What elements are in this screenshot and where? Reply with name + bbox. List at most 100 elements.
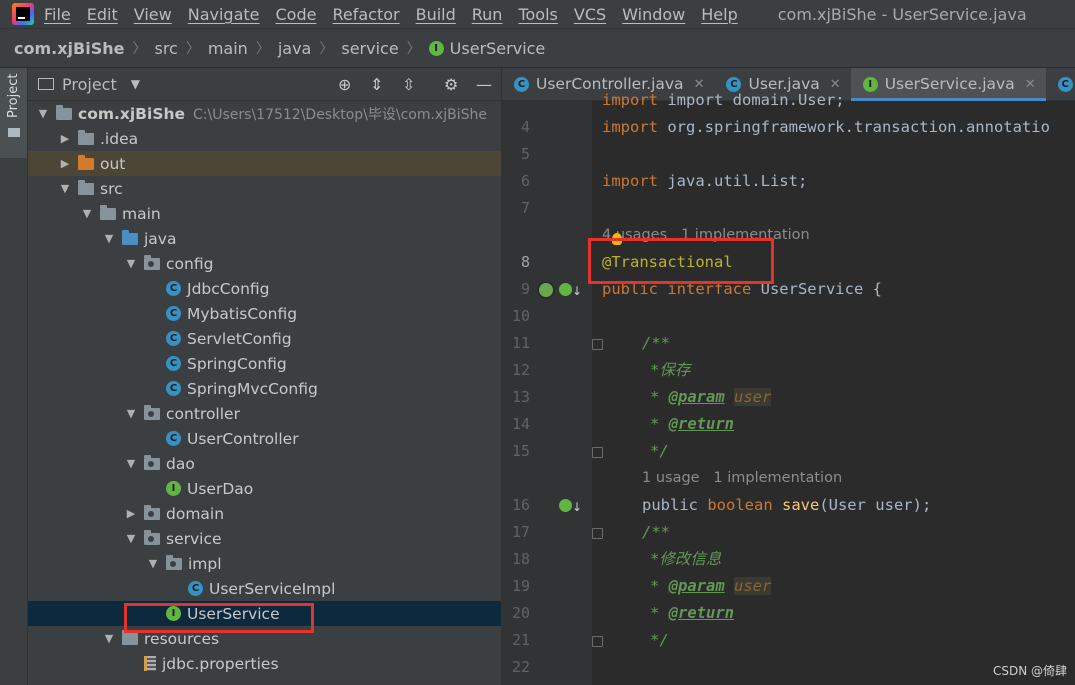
tree-item[interactable]: ▶CUserController [28,426,501,451]
tree-item[interactable]: ▼ service [28,526,501,551]
tree-item[interactable]: ▶CMybatisConfig [28,301,501,326]
code-line: 15 */ [502,438,1075,465]
lightbulb-icon[interactable] [612,233,622,245]
fold-icon[interactable] [592,447,603,458]
menu-tools[interactable]: Tools [518,5,557,24]
tree-item[interactable]: ▶CJdbcConfig [28,276,501,301]
chevron-down-icon[interactable]: ▼ [36,107,50,120]
chevron-down-icon[interactable]: ▼ [131,77,140,91]
line-number: 8 [520,253,530,271]
code-line: 12 *保存 [502,357,1075,384]
project-panel-title[interactable]: Project [62,75,117,94]
tree-item[interactable]: ▼ controller [28,401,501,426]
code-line: 22 [502,654,1075,681]
tree-item-label: .idea [100,129,139,148]
menu-run[interactable]: Run [472,5,503,24]
menu-edit[interactable]: Edit [87,5,118,24]
project-tool-button[interactable]: Project [0,68,27,158]
chevron-down-icon[interactable]: ▼ [58,182,72,195]
menu-view[interactable]: View [134,5,172,24]
tree-item[interactable]: ▶CServletConfig [28,326,501,351]
expand-all-icon[interactable]: ⇕ [370,75,383,94]
fold-icon[interactable] [592,528,603,539]
menu-build[interactable]: Build [416,5,456,24]
interface-icon: I [166,606,181,621]
spring-bean-icon[interactable] [537,281,555,299]
chevron-right-icon: 〉 [132,41,147,57]
tree-item-label: SpringConfig [187,354,287,373]
breadcrumb-java[interactable]: java [278,39,312,58]
tree-item[interactable]: ▼ src [28,176,501,201]
tree-item-label: UserService [187,604,280,623]
chevron-down-icon[interactable]: ▼ [102,232,116,245]
code-text: import java.util.List; [602,172,808,190]
tree-item[interactable]: ▼ config [28,251,501,276]
locate-icon[interactable]: ⊕ [338,75,351,94]
breadcrumb-project[interactable]: com.xjBiShe [14,39,124,58]
chevron-down-icon[interactable]: ▼ [124,407,138,420]
tree-item[interactable]: ▶ out [28,151,501,176]
usages-hint[interactable]: 1 usage 1 implementation [642,465,842,492]
menu-code[interactable]: Code [276,5,317,24]
tree-item-label: MybatisConfig [187,304,298,323]
editor: C UserController.java ✕ C User.java ✕ I UserSer… [501,68,1075,685]
doc-comment: *保存 [650,361,691,379]
menu-file[interactable]: File [44,5,71,24]
fold-icon[interactable] [592,339,603,350]
tree-item[interactable]: ▼ impl [28,551,501,576]
tree-item[interactable]: ▼ resources [28,626,501,651]
menu-refactor[interactable]: Refactor [332,5,399,24]
tree-item[interactable]: ▼ com.xjBiShe C:\Users\17512\Desktop\毕设\co… [28,101,501,126]
menu-help[interactable]: Help [701,5,737,24]
doc-comment: * @return [650,415,734,433]
chevron-down-icon[interactable]: ▼ [146,557,160,570]
window-title: com.xjBiShe - UserService.java [777,4,1027,24]
chevron-down-icon[interactable]: ▼ [124,457,138,470]
tree-item[interactable]: ▼ java [28,226,501,251]
line-number: 13 [511,388,530,406]
usages-hint[interactable]: 4 usages 1 implementation [602,222,810,249]
tree-item[interactable]: ▶CUserServiceImpl [28,576,501,601]
chevron-right-icon[interactable]: ▶ [124,507,138,520]
hide-icon[interactable]: — [476,75,492,94]
menu-navigate[interactable]: Navigate [188,5,260,24]
tree-item[interactable]: ▼ main [28,201,501,226]
menu-vcs[interactable]: VCS [574,5,606,24]
folder-icon [78,154,94,170]
breadcrumb-service[interactable]: service [341,39,398,58]
tree-item[interactable]: ▶jdbc.properties [28,651,501,676]
implemented-icon[interactable] [559,283,572,296]
breadcrumb-userservice[interactable]: UserService [450,39,546,58]
chevron-down-icon[interactable]: ▼ [80,207,94,220]
line-number: 19 [511,577,530,595]
code-text: import org.springframework.transaction.a… [602,118,1050,136]
breadcrumb-main[interactable]: main [208,39,248,58]
tree-item[interactable]: ▶IUserDao [28,476,501,501]
chevron-down-icon[interactable]: ▼ [124,257,138,270]
chevron-down-icon[interactable]: ▼ [102,632,116,645]
watermark: CSDN @倚肆 [992,664,1067,678]
tree-item[interactable]: ▶ domain [28,501,501,526]
line-number: 17 [511,523,530,541]
code-line: 9 public interface UserService { [502,276,1075,303]
code-line: 6 import java.util.List; [502,168,1075,195]
tree-item[interactable]: ▶CSpringConfig [28,351,501,376]
project-pane-icon [38,78,54,90]
tree-item[interactable]: ▶ .idea [28,126,501,151]
tree-item[interactable]: ▶IUserService [28,601,501,626]
breadcrumb-src[interactable]: src [154,39,177,58]
chevron-right-icon[interactable]: ▶ [58,132,72,145]
line-number: 9 [520,280,530,298]
folder-icon [8,128,20,137]
code-line: 21 */ [502,627,1075,654]
menu-window[interactable]: Window [622,5,685,24]
chevron-right-icon[interactable]: ▶ [58,157,72,170]
tree-item[interactable]: ▼ dao [28,451,501,476]
implemented-icon[interactable] [559,499,572,512]
gear-icon[interactable]: ⚙ [444,75,458,94]
fold-icon[interactable] [592,636,603,647]
chevron-down-icon[interactable]: ▼ [124,532,138,545]
collapse-all-icon[interactable]: ⇳ [402,75,415,94]
code-area[interactable]: import import domain.User; 4 import org.… [502,91,1075,685]
tree-item[interactable]: ▶CSpringMvcConfig [28,376,501,401]
